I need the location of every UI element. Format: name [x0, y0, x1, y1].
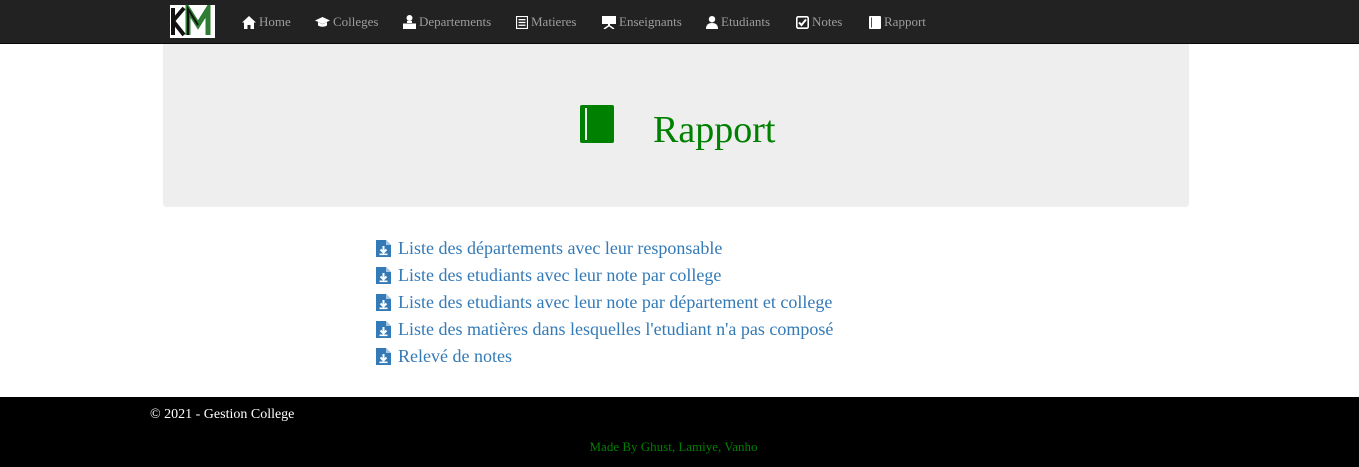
brand-logo[interactable]: [170, 5, 215, 38]
nav-etudiants-label: Etudiants: [721, 14, 771, 29]
file-download-icon: [376, 321, 391, 338]
book-icon: [869, 15, 881, 29]
home-icon: [242, 15, 256, 29]
file-download-icon: [376, 267, 391, 284]
nav-enseignants-label: Enseignants: [619, 14, 682, 29]
report-link-label: Liste des départements avec leur respons…: [398, 238, 723, 258]
nav-enseignants[interactable]: Enseignants: [602, 0, 682, 44]
footer: © 2021 - Gestion College Made By Ghust, …: [0, 397, 1359, 467]
nav-departements-label: Departements: [419, 14, 492, 29]
nav-rapport[interactable]: Rapport: [869, 0, 926, 44]
user-desk-icon: [403, 15, 416, 29]
blackboard-icon: [602, 15, 616, 29]
nav-home-label: Home: [259, 14, 291, 29]
made-by-text: Made By Ghust, Lamiye, Vanho: [0, 439, 1359, 455]
nav-matieres-label: Matieres: [531, 14, 577, 29]
report-link-label: Liste des etudiants avec leur note par c…: [398, 265, 722, 285]
report-link-label: Liste des etudiants avec leur note par d…: [398, 292, 833, 312]
report-link-departements[interactable]: Liste des départements avec leur respons…: [376, 235, 833, 262]
navbar: Home Colleges Departements Matieres Ense…: [0, 0, 1359, 44]
made-by-label: Made By Ghust, Lamiye, Vanho: [589, 439, 758, 454]
nav-notes-label: Notes: [812, 14, 843, 29]
brand-logo-icon: [170, 5, 215, 38]
page-title: Rapport: [653, 109, 776, 151]
report-link-label: Relevé de notes: [398, 346, 512, 366]
nav-home[interactable]: Home: [242, 0, 291, 44]
copyright-text: © 2021 - Gestion College: [150, 407, 295, 422]
file-download-icon: [376, 240, 391, 257]
nav-departements[interactable]: Departements: [403, 0, 491, 44]
file-download-icon: [376, 348, 391, 365]
nav-etudiants[interactable]: Etudiants: [706, 0, 770, 44]
file-download-icon: [376, 294, 391, 311]
list-icon: [516, 15, 528, 29]
user-icon: [706, 15, 718, 29]
report-link-matieres-non-composees[interactable]: Liste des matières dans lesquelles l'etu…: [376, 316, 833, 343]
report-links-list: Liste des départements avec leur respons…: [376, 235, 833, 370]
check-icon: [796, 15, 809, 29]
report-link-etudiants-departement-college[interactable]: Liste des etudiants avec leur note par d…: [376, 289, 833, 316]
nav-notes[interactable]: Notes: [796, 0, 842, 44]
nav-rapport-label: Rapport: [884, 14, 926, 29]
nav-colleges-label: Colleges: [333, 14, 379, 29]
report-link-releve-notes[interactable]: Relevé de notes: [376, 343, 833, 370]
nav-colleges[interactable]: Colleges: [315, 0, 379, 44]
report-link-etudiants-college[interactable]: Liste des etudiants avec leur note par c…: [376, 262, 833, 289]
graduation-cap-icon: [315, 16, 330, 28]
nav-matieres[interactable]: Matieres: [516, 0, 576, 44]
book-icon: [580, 105, 616, 148]
report-link-label: Liste des matières dans lesquelles l'etu…: [398, 319, 834, 339]
